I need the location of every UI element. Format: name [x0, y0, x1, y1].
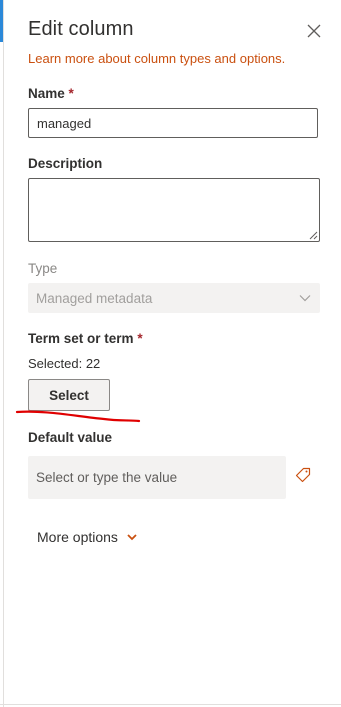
- close-icon: [307, 24, 321, 38]
- learn-more-link[interactable]: Learn more about column types and option…: [28, 51, 285, 66]
- type-dropdown: Managed metadata: [28, 283, 320, 313]
- chevron-down-icon: [299, 295, 311, 302]
- annotation-underline: [15, 410, 141, 423]
- description-label: Description: [28, 156, 103, 171]
- description-textarea[interactable]: [28, 178, 320, 242]
- panel-left-border: [3, 0, 4, 707]
- term-set-label: Term set or term *: [28, 331, 143, 346]
- close-button[interactable]: [303, 20, 325, 42]
- name-label-text: Name: [28, 86, 65, 101]
- type-dropdown-value: Managed metadata: [36, 290, 153, 306]
- term-set-required-marker: *: [137, 331, 143, 346]
- name-required-marker: *: [68, 86, 74, 101]
- more-options-toggle[interactable]: More options: [37, 529, 138, 545]
- selected-count: Selected: 22: [28, 356, 101, 371]
- default-value-input[interactable]: [28, 456, 286, 499]
- type-label: Type: [28, 261, 58, 276]
- name-input[interactable]: [28, 108, 318, 138]
- default-value-label: Default value: [28, 430, 113, 445]
- more-options-label: More options: [37, 529, 118, 545]
- name-label: Name *: [28, 86, 74, 101]
- panel-title: Edit column: [28, 18, 134, 40]
- term-set-label-text: Term set or term: [28, 331, 134, 346]
- resize-grip-icon[interactable]: [308, 230, 318, 240]
- tag-button[interactable]: [292, 464, 314, 486]
- panel-bottom-border: [0, 704, 341, 705]
- chevron-down-icon: [127, 534, 137, 541]
- tag-icon: [295, 467, 311, 483]
